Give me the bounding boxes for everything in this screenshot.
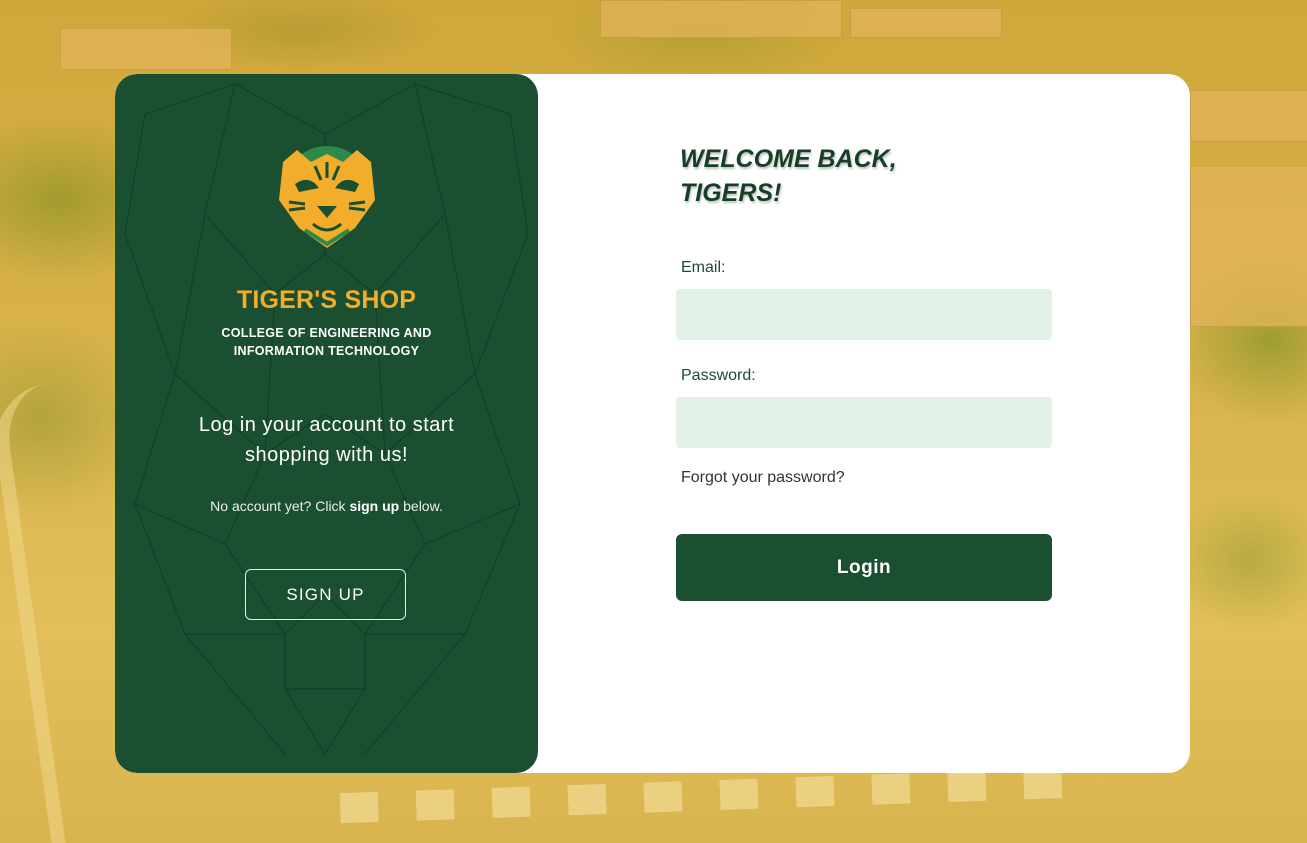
login-card: TIGER'S SHOP COLLEGE OF ENGINEERING AND … — [115, 74, 1190, 773]
forgot-password-link[interactable]: Forgot your password? — [681, 469, 845, 487]
background-building — [1190, 165, 1307, 327]
background-building — [850, 8, 1002, 38]
promo-tagline: Log in your account to start shopping wi… — [198, 414, 455, 466]
no-account-prefix: No account yet? Click — [210, 498, 350, 514]
password-label: Password: — [681, 367, 756, 384]
background-building — [60, 28, 232, 70]
background-building — [600, 0, 842, 38]
login-button[interactable]: Login — [676, 534, 1052, 601]
email-field[interactable] — [676, 289, 1052, 340]
brand-panel: TIGER'S SHOP COLLEGE OF ENGINEERING AND … — [115, 74, 538, 773]
email-label: Email: — [681, 259, 726, 276]
no-account-suffix: below. — [399, 498, 443, 514]
tiger-head-icon — [275, 144, 379, 252]
brand-title: TIGER'S SHOP — [236, 286, 417, 314]
brand-subtitle-line: INFORMATION TECHNOLOGY — [233, 344, 420, 358]
welcome-line: TIGERS! — [680, 179, 782, 207]
sign-up-emphasis: sign up — [349, 498, 400, 514]
sign-up-button[interactable]: SIGN UP — [245, 569, 406, 620]
welcome-line: WELCOME BACK, — [680, 145, 897, 173]
no-account-text: No account yet? Click sign up below. — [115, 498, 538, 514]
password-field[interactable] — [676, 397, 1052, 448]
brand-subtitle: COLLEGE OF ENGINEERING AND INFORMATION T… — [115, 324, 538, 360]
background-crosswalk — [339, 766, 1101, 824]
welcome-heading: WELCOME BACK, TIGERS! — [680, 142, 897, 210]
brand-subtitle-line: COLLEGE OF ENGINEERING AND — [221, 326, 432, 340]
background-building — [1190, 90, 1307, 142]
